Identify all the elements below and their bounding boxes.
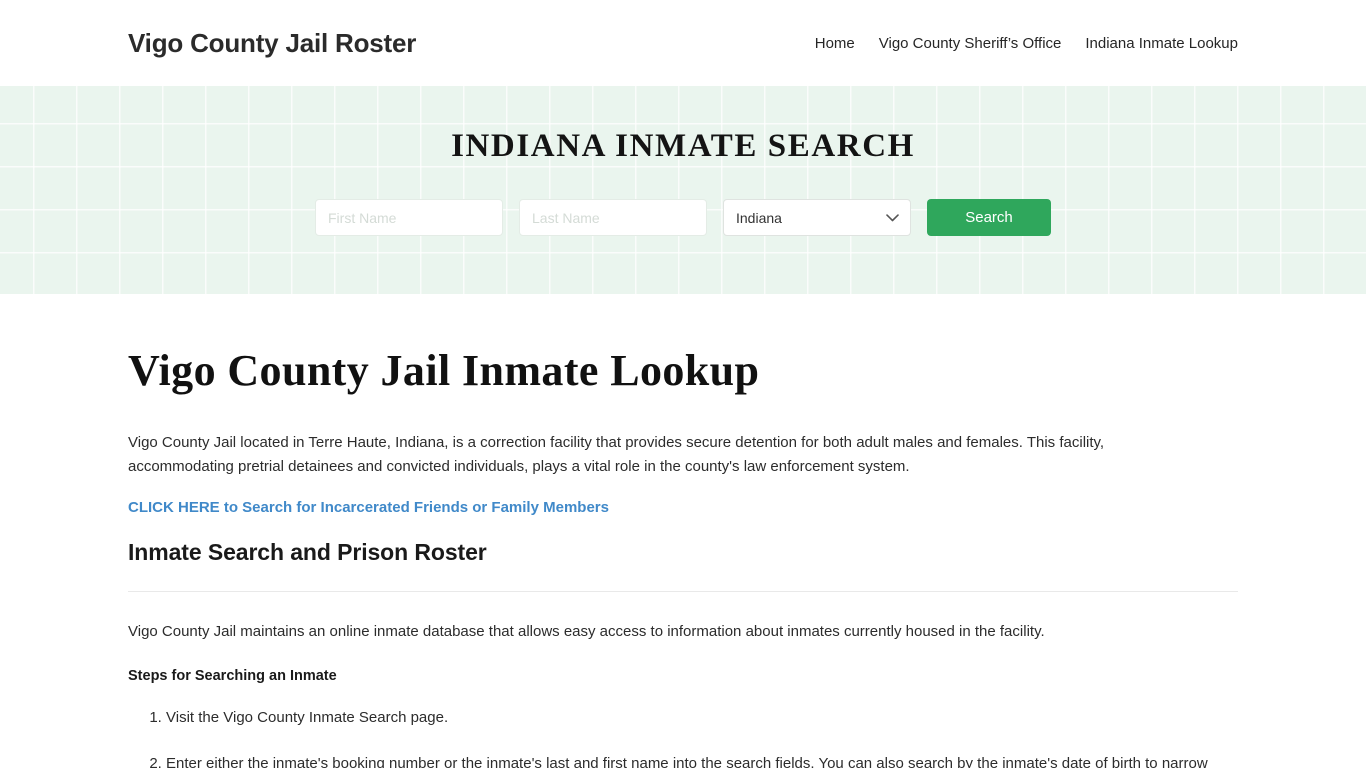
main-content: Vigo County Jail Inmate Lookup Vigo Coun… — [0, 346, 1366, 768]
intro-paragraph: Vigo County Jail located in Terre Haute,… — [128, 433, 1105, 475]
section-title-inmate-search: Inmate Search and Prison Roster — [128, 539, 487, 566]
state-select-wrapper: Indiana — [723, 199, 911, 236]
search-button[interactable]: Search — [927, 199, 1051, 236]
section-divider — [128, 591, 1238, 593]
page-title: Vigo County Jail Inmate Lookup — [128, 346, 760, 395]
first-name-input[interactable] — [315, 199, 503, 236]
site-brand-link[interactable]: Vigo County Jail Roster — [128, 28, 416, 59]
state-select[interactable]: Indiana — [723, 199, 911, 236]
nav-link-home[interactable]: Home — [815, 35, 855, 52]
database-paragraph: Vigo County Jail maintains an online inm… — [128, 623, 1045, 641]
steps-heading: Steps for Searching an Inmate — [128, 668, 337, 685]
last-name-input[interactable] — [519, 199, 707, 236]
nav-link-indiana-inmate-lookup[interactable]: Indiana Inmate Lookup — [1085, 35, 1238, 52]
inmate-search-form: Indiana Search — [315, 199, 1051, 236]
main-navigation: Home Vigo County Sheriff’s Office Indian… — [815, 35, 1238, 52]
nav-link-sheriffs-office[interactable]: Vigo County Sheriff’s Office — [879, 35, 1062, 52]
search-steps-list: Visit the Vigo County Inmate Search page… — [128, 706, 1238, 768]
site-header: Vigo County Jail Roster Home Vigo County… — [0, 0, 1366, 86]
hero-search-section: Indiana Inmate Search Indiana Search — [0, 86, 1366, 294]
search-inmates-cta-link[interactable]: CLICK HERE to Search for Incarcerated Fr… — [128, 499, 609, 516]
list-item: Enter either the inmate's booking number… — [166, 752, 1238, 768]
hero-title: Indiana Inmate Search — [451, 128, 915, 164]
list-item: Visit the Vigo County Inmate Search page… — [166, 706, 1238, 730]
